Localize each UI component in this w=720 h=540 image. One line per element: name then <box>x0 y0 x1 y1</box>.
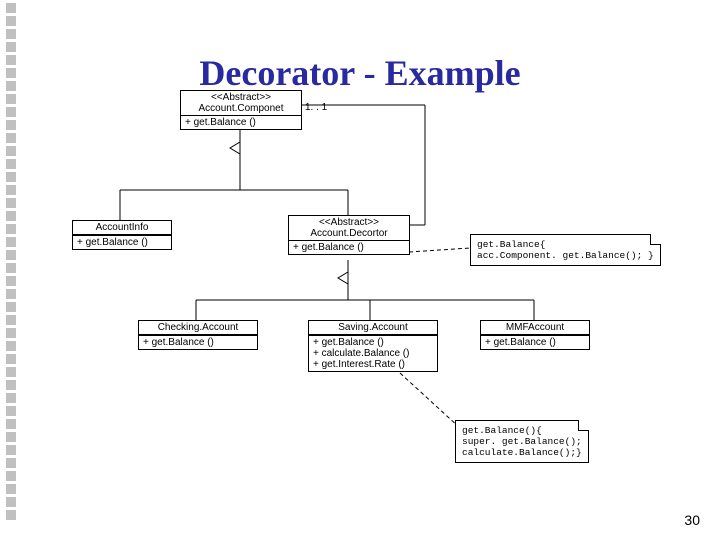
class-name: MMFAccount <box>481 321 589 335</box>
class-ops: + get.Balance () <box>73 236 171 249</box>
op: + calculate.Balance () <box>313 348 433 359</box>
class-name: AccountInfo <box>73 221 171 235</box>
uml-connectors <box>0 0 720 540</box>
op: + get.Interest.Rate () <box>313 359 433 370</box>
class-ops: + get.Balance () <box>481 336 589 349</box>
class-mmf-account: MMFAccount + get.Balance () <box>480 320 590 350</box>
multiplicity-label: 1. . 1 <box>305 102 327 113</box>
class-name: Saving.Account <box>309 321 437 335</box>
note-decorator-code: get.Balance{ acc.Component. get.Balance(… <box>470 234 661 266</box>
class-name: Checking.Account <box>139 321 257 335</box>
class-account-info: AccountInfo + get.Balance () <box>72 220 172 250</box>
class-name: Account.Decortor <box>293 228 405 239</box>
class-ops: + get.Balance () <box>139 336 257 349</box>
class-name: Account.Componet <box>185 103 297 114</box>
class-ops: + get.Balance () <box>289 241 409 254</box>
class-account-decorator: <<Abstract>> Account.Decortor + get.Bala… <box>288 215 410 255</box>
class-checking-account: Checking.Account + get.Balance () <box>138 320 258 350</box>
note-saving-code: get.Balance(){ super. get.Balance(); cal… <box>455 420 589 463</box>
stereotype: <<Abstract>> <box>293 217 405 228</box>
class-account-component: <<Abstract>> Account.Componet + get.Bala… <box>180 90 302 130</box>
class-ops: + get.Balance () <box>181 116 301 129</box>
stereotype: <<Abstract>> <box>185 92 297 103</box>
op: + get.Balance () <box>313 337 433 348</box>
class-saving-account: Saving.Account + get.Balance () + calcul… <box>308 320 438 372</box>
